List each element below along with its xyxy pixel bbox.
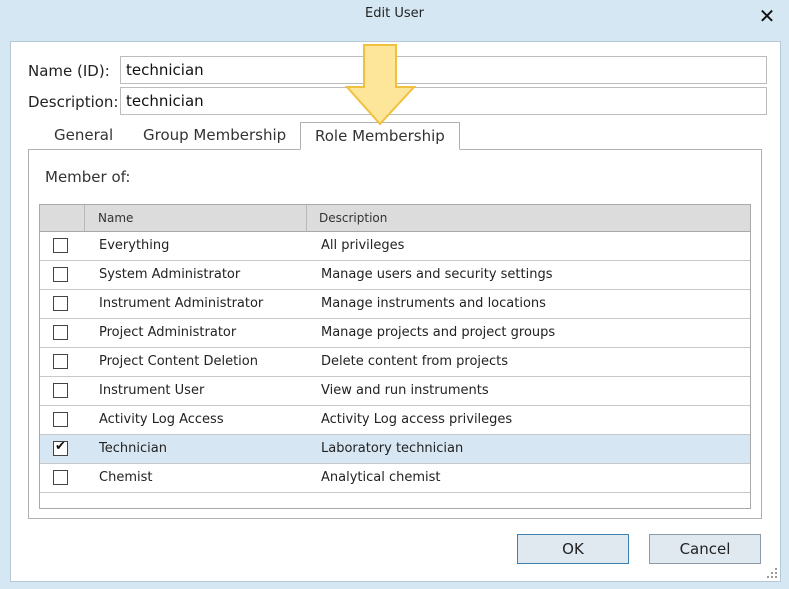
- role-name: Project Content Deletion: [99, 354, 258, 369]
- table-row[interactable]: Project Administrator Manage projects and…: [40, 319, 750, 348]
- arrow-down-icon: [345, 44, 417, 126]
- header-separator: [306, 205, 307, 231]
- description-input[interactable]: [120, 87, 767, 115]
- row-checkbox[interactable]: ✔: [53, 439, 68, 456]
- ok-button[interactable]: OK: [517, 534, 629, 564]
- role-description: Manage users and security settings: [321, 267, 553, 282]
- description-label: Description:: [28, 93, 119, 111]
- column-header-name[interactable]: Name: [98, 205, 133, 231]
- name-id-label: Name (ID):: [28, 62, 110, 80]
- role-name: Instrument Administrator: [99, 296, 264, 311]
- role-description: All privileges: [321, 238, 405, 253]
- checkmark-icon: ✔: [55, 439, 66, 454]
- edit-user-dialog: Edit User ✕ Name (ID): Description: Gene…: [0, 0, 789, 589]
- row-checkbox[interactable]: [53, 354, 68, 369]
- row-checkbox[interactable]: [53, 296, 68, 311]
- resize-grip-icon[interactable]: [766, 567, 778, 579]
- role-description: Analytical chemist: [321, 470, 441, 485]
- cancel-button[interactable]: Cancel: [649, 534, 761, 564]
- column-header-description[interactable]: Description: [319, 205, 387, 231]
- role-name: System Administrator: [99, 267, 241, 282]
- table-row[interactable]: Activity Log Access Activity Log access p…: [40, 406, 750, 435]
- row-checkbox[interactable]: [53, 325, 68, 340]
- role-name: Project Administrator: [99, 325, 237, 340]
- table-row[interactable]: Instrument User View and run instruments: [40, 377, 750, 406]
- close-icon[interactable]: ✕: [757, 6, 777, 26]
- dialog-title: Edit User: [365, 6, 424, 21]
- role-name: Instrument User: [99, 383, 205, 398]
- header-separator: [84, 205, 85, 231]
- row-checkbox[interactable]: [53, 238, 68, 253]
- member-of-label: Member of:: [45, 168, 131, 186]
- row-checkbox[interactable]: [53, 470, 68, 485]
- row-checkbox[interactable]: [53, 267, 68, 282]
- role-name: Technician: [99, 441, 167, 456]
- role-description: Activity Log access privileges: [321, 412, 513, 427]
- table-row[interactable]: System Administrator Manage users and sec…: [40, 261, 750, 290]
- role-description: Manage instruments and locations: [321, 296, 546, 311]
- row-checkbox[interactable]: [53, 383, 68, 398]
- role-description: View and run instruments: [321, 383, 489, 398]
- role-name: Activity Log Access: [99, 412, 224, 427]
- title-bar[interactable]: Edit User ✕: [0, 0, 789, 40]
- role-membership-panel: Member of: Name Description Everything Al…: [28, 149, 762, 519]
- name-id-input[interactable]: [120, 56, 767, 84]
- table-row[interactable]: Project Content Deletion Delete content f…: [40, 348, 750, 377]
- table-row[interactable]: Everything All privileges: [40, 232, 750, 261]
- table-row[interactable]: Instrument Administrator Manage instrumen…: [40, 290, 750, 319]
- roles-grid: Name Description Everything All privilege…: [39, 204, 751, 509]
- table-row[interactable]: ✔ Technician Laboratory technician: [40, 435, 750, 464]
- tab-group-membership[interactable]: Group Membership: [143, 126, 286, 144]
- row-checkbox[interactable]: [53, 412, 68, 427]
- tab-role-membership[interactable]: Role Membership: [300, 122, 460, 150]
- tab-general[interactable]: General: [54, 126, 113, 144]
- role-name: Everything: [99, 238, 170, 253]
- role-description: Manage projects and project groups: [321, 325, 556, 340]
- role-description: Delete content from projects: [321, 354, 509, 369]
- role-name: Chemist: [99, 470, 153, 485]
- role-description: Laboratory technician: [321, 441, 464, 456]
- table-row[interactable]: Chemist Analytical chemist: [40, 464, 750, 493]
- grid-header: Name Description: [40, 205, 750, 232]
